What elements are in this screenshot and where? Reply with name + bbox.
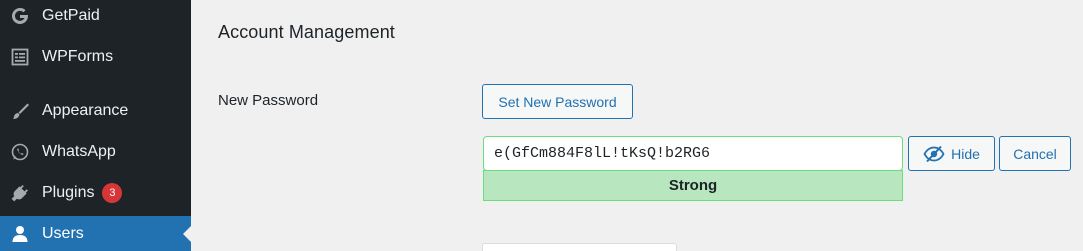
wpforms-icon: [10, 47, 30, 67]
sidebar-item-getpaid[interactable]: GetPaid: [0, 0, 191, 34]
paintbrush-icon: [10, 101, 30, 121]
update-count-badge: 3: [102, 183, 123, 203]
sidebar-item-wpforms[interactable]: WPForms: [0, 39, 191, 75]
sidebar-item-appearance[interactable]: Appearance: [0, 93, 191, 129]
users-icon: [10, 224, 30, 244]
password-strength-indicator: Strong: [483, 170, 903, 201]
sidebar-item-label: WPForms: [42, 48, 114, 65]
sidebar-item-label: Plugins: [42, 184, 95, 201]
admin-sidebar: GetPaid WPForms Appearance WhatsApp Plug…: [0, 0, 191, 251]
whatsapp-icon: [10, 142, 30, 162]
getpaid-icon: [10, 6, 30, 26]
cancel-button[interactable]: Cancel: [999, 136, 1071, 171]
plugin-icon: [10, 183, 30, 203]
next-field-box[interactable]: [482, 243, 677, 251]
sidebar-item-label: Appearance: [42, 102, 129, 119]
sidebar-item-label: WhatsApp: [42, 143, 116, 160]
sidebar-item-users[interactable]: Users: [0, 216, 191, 251]
sidebar-item-whatsapp[interactable]: WhatsApp: [0, 134, 191, 170]
eye-slash-icon: [923, 145, 945, 163]
sidebar-item-label: GetPaid: [42, 7, 100, 24]
hide-button-label: Hide: [951, 145, 980, 162]
password-input[interactable]: e(GfCm884F8lL!tKsQ!b2RG6: [483, 136, 903, 171]
hide-password-button[interactable]: Hide: [908, 136, 995, 171]
sidebar-item-plugins[interactable]: Plugins 3: [0, 175, 191, 211]
active-menu-arrow: [183, 226, 191, 242]
section-title: Account Management: [218, 22, 395, 42]
sidebar-item-label: Users: [42, 225, 84, 242]
new-password-label: New Password: [218, 92, 319, 109]
sidebar-item-label-group: Plugins 3: [42, 183, 123, 203]
set-new-password-button[interactable]: Set New Password: [482, 84, 633, 119]
